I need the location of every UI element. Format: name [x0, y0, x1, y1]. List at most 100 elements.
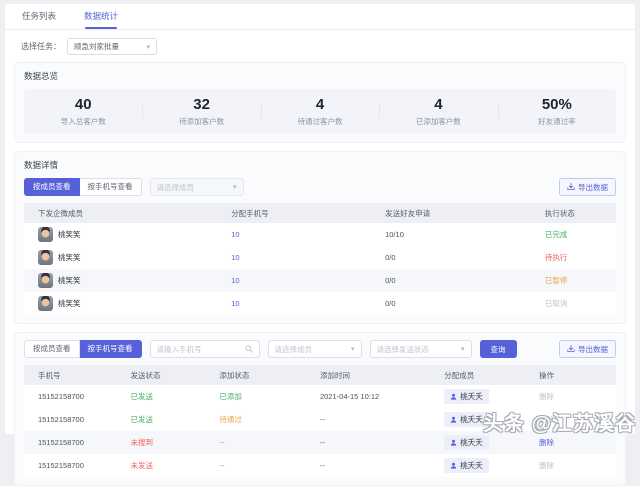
- assigned-phones-link[interactable]: 10: [231, 276, 239, 285]
- assigned-phones-link[interactable]: 10: [231, 230, 239, 239]
- stat-label: 已添加客户数: [379, 116, 497, 127]
- view-toggle-group: 按成员查看 按手机号查看: [24, 340, 142, 358]
- assigned-phones-link[interactable]: 10: [231, 253, 239, 262]
- members-table: 下发企微成员 分配手机号 发送好友申请 执行状态 桃笑笑 10 10/10 已完…: [24, 203, 616, 315]
- col-header: 操作: [539, 370, 616, 381]
- assigned-member-name: 桃夭夭: [460, 391, 483, 402]
- send-status-placeholder: 请选择发送状态: [377, 344, 430, 355]
- col-header: 发送好友申请: [385, 208, 545, 219]
- chevron-down-icon: ▾: [233, 183, 237, 191]
- phone-search-input[interactable]: 请输入手机号: [150, 340, 260, 358]
- stat-label: 好友通过率: [498, 116, 616, 127]
- export-data-label: 导出数据: [578, 182, 608, 193]
- details-title: 数据详情: [24, 159, 616, 171]
- stat-added: 4 已添加客户数: [379, 96, 497, 127]
- stat-value: 4: [379, 96, 497, 113]
- friend-requests: 10/10: [385, 230, 545, 239]
- member-name: 桃笑笑: [58, 298, 81, 309]
- stat-value: 4: [261, 96, 379, 113]
- phone-toolbar: 按成员查看 按手机号查看 请输入手机号 请选择成员 ▾ 请选择发送状态 ▾ 查询…: [24, 340, 616, 358]
- task-filter-row: 选择任务： 顺急刘家批量 ▾: [5, 30, 635, 62]
- overview-card: 数据总览 40 导入总客户数 32 待添加客户数 4 待通过客户数 4 已添加客…: [14, 62, 626, 143]
- add-status: --: [219, 438, 224, 447]
- details-toolbar: 按成员查看 按手机号查看 请选择成员 ▾ 导出数据: [24, 178, 616, 196]
- person-icon: [450, 393, 457, 400]
- stats-strip: 40 导入总客户数 32 待添加客户数 4 待通过客户数 4 已添加客户数 50…: [24, 89, 616, 134]
- member-select[interactable]: 请选择成员 ▾: [150, 178, 244, 196]
- view-by-member-button[interactable]: 按成员查看: [24, 178, 80, 196]
- col-header: 执行状态: [545, 208, 616, 219]
- status-badge: 已取消: [545, 299, 568, 308]
- assigned-member-chip: 桃夭夭: [444, 389, 489, 404]
- table-row: 桃笑笑 10 0/0 已暂停: [24, 269, 616, 292]
- status-badge: 已完成: [545, 230, 568, 239]
- member-select-placeholder: 请选择成员: [275, 344, 313, 355]
- tab-task-list[interactable]: 任务列表: [21, 10, 57, 29]
- col-header: 下发企微成员: [24, 208, 231, 219]
- table-row: 桃笑笑 10 0/0 已取消: [24, 292, 616, 315]
- stat-pending: 4 待通过客户数: [261, 96, 379, 127]
- tab-bar: 任务列表 数据统计: [5, 4, 635, 30]
- col-header: 手机号: [24, 370, 131, 381]
- assigned-member-chip: 桃夭夭: [444, 435, 489, 450]
- delete-button[interactable]: 删除: [539, 461, 554, 470]
- delete-button[interactable]: 删除: [539, 415, 554, 424]
- col-header: 添加时间: [320, 370, 444, 381]
- stat-value: 50%: [498, 96, 616, 113]
- member-avatar: [38, 227, 53, 242]
- task-select-label: 选择任务：: [21, 41, 61, 52]
- friend-requests: 0/0: [385, 253, 545, 262]
- view-by-member-button[interactable]: 按成员查看: [24, 340, 80, 358]
- assigned-member-chip: 桃夭夭: [444, 458, 489, 473]
- member-select[interactable]: 请选择成员 ▾: [268, 340, 362, 358]
- main-panel: 任务列表 数据统计 选择任务： 顺急刘家批量 ▾ 数据总览 40 导入总客户数 …: [5, 4, 635, 434]
- stat-to-add: 32 待添加客户数: [142, 96, 260, 127]
- add-status: 待通过: [219, 415, 242, 424]
- add-time: --: [320, 461, 444, 470]
- col-header: 分配成员: [444, 370, 539, 381]
- chevron-down-icon: ▾: [146, 43, 150, 51]
- status-badge: 已暂停: [545, 276, 568, 285]
- query-button[interactable]: 查询: [480, 340, 517, 358]
- friend-requests: 0/0: [385, 276, 545, 285]
- assigned-member-name: 桃夭夭: [460, 414, 483, 425]
- assigned-member-name: 桃夭夭: [460, 437, 483, 448]
- send-status: 已发送: [131, 392, 154, 401]
- stat-value: 32: [142, 96, 260, 113]
- table-row: 15152158700 已发送 已添加 2021-04-15 10:12 桃夭夭…: [24, 385, 616, 408]
- stat-label: 待通过客户数: [261, 116, 379, 127]
- chevron-down-icon: ▾: [351, 345, 355, 353]
- stat-imported: 40 导入总客户数: [24, 96, 142, 127]
- person-icon: [450, 462, 457, 469]
- send-status: 已发送: [131, 415, 154, 424]
- table-row: 15152158700 未搜到 -- -- 桃夭夭 删除: [24, 431, 616, 454]
- assigned-phones-link[interactable]: 10: [231, 299, 239, 308]
- table-row: 桃笑笑 10 0/0 待执行: [24, 246, 616, 269]
- add-status: --: [219, 461, 224, 470]
- delete-button[interactable]: 删除: [539, 438, 554, 447]
- send-status-select[interactable]: 请选择发送状态 ▾: [370, 340, 472, 358]
- send-status: 未发送: [131, 461, 154, 470]
- view-toggle-group: 按成员查看 按手机号查看: [24, 178, 142, 196]
- send-status: 未搜到: [131, 438, 154, 447]
- col-header: 分配手机号: [231, 208, 385, 219]
- task-select[interactable]: 顺急刘家批量 ▾: [67, 38, 157, 55]
- member-name: 桃笑笑: [58, 275, 81, 286]
- stat-pass-rate: 50% 好友通过率: [498, 96, 616, 127]
- download-icon: [567, 345, 575, 353]
- table-row: 15152158700 未发送 -- -- 桃夭夭 删除: [24, 454, 616, 477]
- view-by-phone-button[interactable]: 按手机号查看: [80, 178, 142, 196]
- view-by-phone-button[interactable]: 按手机号查看: [80, 340, 142, 358]
- phone-number: 15152158700: [24, 438, 131, 447]
- phone-number: 15152158700: [24, 461, 131, 470]
- delete-button[interactable]: 删除: [539, 392, 554, 401]
- export-data-button[interactable]: 导出数据: [559, 340, 616, 358]
- export-data-button[interactable]: 导出数据: [559, 178, 616, 196]
- stat-label: 导入总客户数: [24, 116, 142, 127]
- chevron-down-icon: ▾: [461, 345, 465, 353]
- member-avatar: [38, 273, 53, 288]
- tab-data-stats[interactable]: 数据统计: [83, 10, 119, 29]
- phone-search-placeholder: 请输入手机号: [157, 344, 202, 355]
- export-data-label: 导出数据: [578, 344, 608, 355]
- members-table-header: 下发企微成员 分配手机号 发送好友申请 执行状态: [24, 203, 616, 223]
